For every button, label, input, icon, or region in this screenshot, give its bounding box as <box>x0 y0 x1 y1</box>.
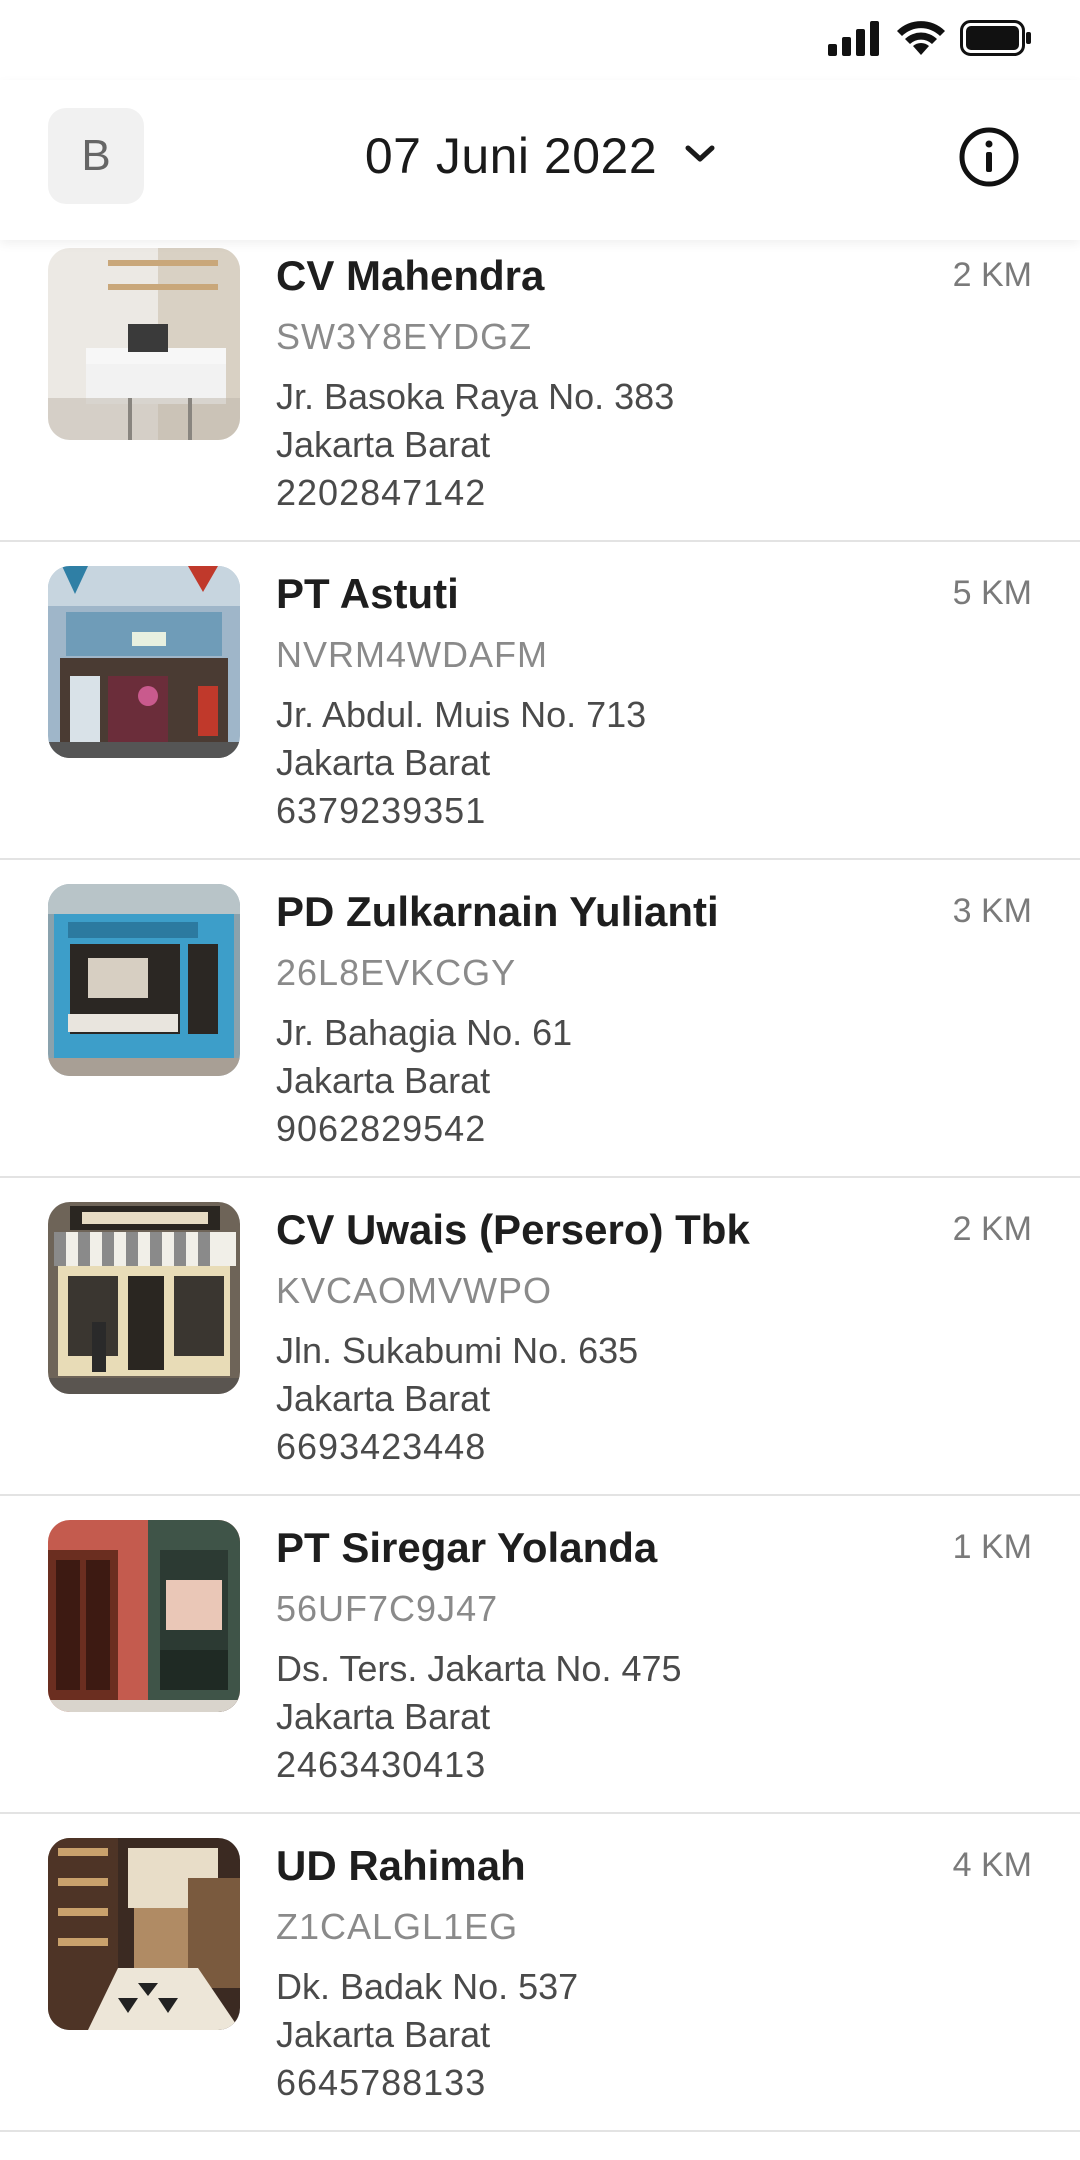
status-icons <box>828 18 1032 62</box>
store-address: Ds. Ters. Jakarta No. 475 <box>276 1648 682 1689</box>
store-phone: 2202847142 <box>276 472 487 513</box>
store-city: Jakarta Barat <box>276 2014 491 2055</box>
store-address: Jr. Basoka Raya No. 383 <box>276 376 675 417</box>
store-distance: 2 KM <box>952 256 1032 294</box>
store-distance: 5 KM <box>952 574 1032 612</box>
status-bar <box>0 0 1080 80</box>
store-phone: 6645788133 <box>276 2062 487 2103</box>
store-city: Jakarta Barat <box>276 1696 491 1737</box>
store-code: NVRM4WDAFM <box>276 634 548 675</box>
store-code: 26L8EVKCGY <box>276 952 517 993</box>
store-photo <box>48 248 240 440</box>
store-name: UD Rahimah <box>276 1842 526 1889</box>
info-button[interactable] <box>958 126 1020 188</box>
store-distance: 3 KM <box>952 892 1032 930</box>
store-address: Jr. Bahagia No. 61 <box>276 1012 573 1053</box>
store-name: PT Siregar Yolanda <box>276 1524 658 1571</box>
chevron-down-icon <box>685 144 715 169</box>
store-city: Jakarta Barat <box>276 742 491 783</box>
store-photo <box>48 884 240 1076</box>
store-city: Jakarta Barat <box>276 1378 491 1419</box>
date-label: 07 Juni 2022 <box>364 128 658 184</box>
wifi-icon <box>896 19 946 62</box>
store-name: CV Uwais (Persero) Tbk <box>276 1206 750 1253</box>
store-phone: 6379239351 <box>276 790 487 831</box>
store-address: Jr. Abdul. Muis No. 713 <box>276 694 647 735</box>
store-name: CV Mahendra <box>276 252 545 299</box>
store-city: Jakarta Barat <box>276 1060 491 1101</box>
store-photo <box>48 1520 240 1712</box>
avatar[interactable]: B <box>48 108 144 204</box>
store-code: 56UF7C9J47 <box>276 1588 499 1629</box>
store-photo <box>48 566 240 758</box>
store-list-item[interactable]: PT Siregar Yolanda 56UF7C9J47 Ds. Ters. … <box>0 1496 1080 1814</box>
store-code: KVCAOMVWPO <box>276 1270 553 1311</box>
store-photo <box>48 1838 240 2030</box>
store-address: Jln. Sukabumi No. 635 <box>276 1330 639 1371</box>
store-list-item[interactable]: UD Rahimah Z1CALGL1EG Dk. Badak No. 537 … <box>0 1814 1080 2132</box>
store-address: Dk. Badak No. 537 <box>276 1966 579 2007</box>
store-phone: 2463430413 <box>276 1744 487 1785</box>
store-city: Jakarta Barat <box>276 424 491 465</box>
store-list: CV Mahendra SW3Y8EYDGZ Jr. Basoka Raya N… <box>0 240 1080 2132</box>
signal-icon <box>828 20 882 61</box>
store-distance: 2 KM <box>952 1210 1032 1248</box>
store-list-item[interactable]: PT Astuti NVRM4WDAFM Jr. Abdul. Muis No.… <box>0 542 1080 860</box>
store-name: PT Astuti <box>276 570 459 617</box>
store-distance: 1 KM <box>952 1528 1032 1566</box>
info-icon <box>958 127 1020 192</box>
store-list-item[interactable]: CV Mahendra SW3Y8EYDGZ Jr. Basoka Raya N… <box>0 224 1080 542</box>
store-photo <box>48 1202 240 1394</box>
store-code: Z1CALGL1EG <box>276 1906 519 1947</box>
app-header: B 07 Juni 2022 <box>0 80 1080 240</box>
store-distance: 4 KM <box>952 1846 1032 1884</box>
store-name: PD Zulkarnain Yulianti <box>276 888 719 935</box>
store-list-item[interactable]: CV Uwais (Persero) Tbk KVCAOMVWPO Jln. S… <box>0 1178 1080 1496</box>
store-list-item[interactable]: PD Zulkarnain Yulianti 26L8EVKCGY Jr. Ba… <box>0 860 1080 1178</box>
store-phone: 9062829542 <box>276 1108 487 1149</box>
store-phone: 6693423448 <box>276 1426 487 1467</box>
store-code: SW3Y8EYDGZ <box>276 316 533 357</box>
battery-icon <box>960 19 1032 61</box>
date-picker[interactable]: 07 Juni 2022 <box>340 120 740 192</box>
